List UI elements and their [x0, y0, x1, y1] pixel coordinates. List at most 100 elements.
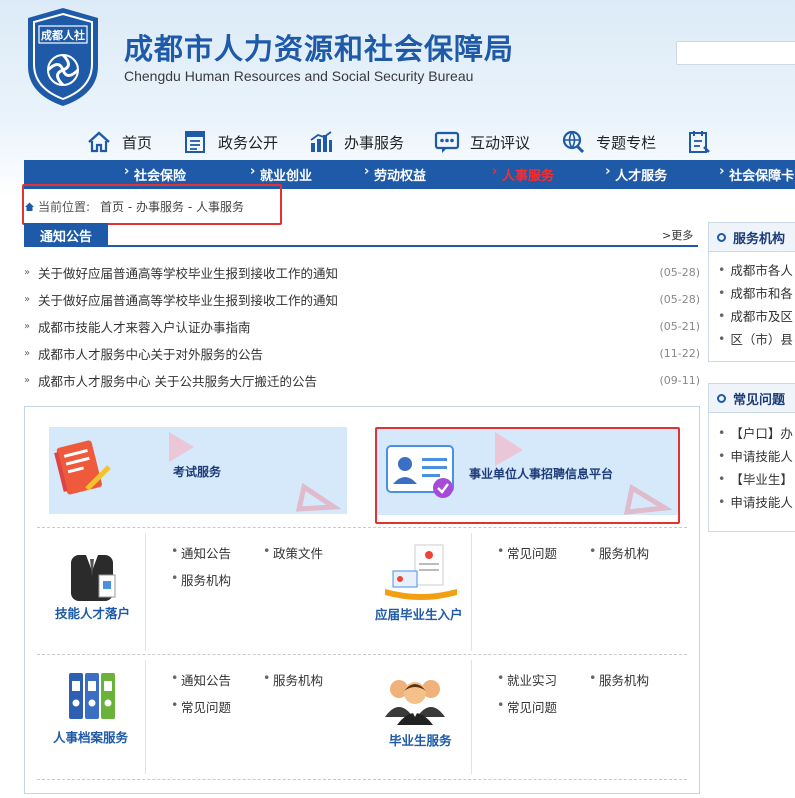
divider: [471, 533, 472, 651]
nav-more[interactable]: [686, 127, 722, 157]
chat-bubble-icon: [434, 131, 460, 153]
divider: [145, 533, 146, 651]
notice-item[interactable]: » 成都市人才服务中心关于对外服务的公告 (11-22): [24, 340, 700, 367]
breadcrumb-path[interactable]: 首页 - 办事服务 - 人事服务: [100, 198, 244, 215]
nav-interaction[interactable]: 互动评议: [434, 127, 530, 157]
site-subtitle: Chengdu Human Resources and Social Secur…: [124, 68, 474, 84]
skill-policy-link[interactable]: 政策文件: [263, 543, 323, 562]
nav-topics-label: 专题专栏: [596, 133, 657, 152]
grad-agency-link[interactable]: 服务机构: [589, 543, 649, 562]
nav-services-label: 办事服务: [344, 133, 405, 152]
double-arrow-icon: »: [24, 375, 31, 386]
exam-service-label: 考试服务: [173, 465, 222, 479]
nav-home-label: 首页: [122, 133, 153, 152]
bar-chart-icon: [310, 131, 333, 152]
double-arrow-icon: »: [24, 267, 31, 278]
double-arrow-icon: »: [24, 348, 31, 359]
skill-talent-label[interactable]: 技能人才落户: [55, 603, 130, 622]
divider: [37, 779, 687, 780]
grad-service-agency-link[interactable]: 服务机构: [589, 670, 649, 689]
subnav-labor-rights[interactable]: 劳动权益: [364, 164, 426, 184]
calendar-icon: [689, 131, 710, 153]
grad-hukou-label[interactable]: 应届毕业生入户: [375, 604, 463, 623]
sidebar-agency-item[interactable]: 成都市和各: [709, 281, 795, 304]
notice-item-title[interactable]: 成都市人才服务中心 关于公共服务大厅搬迁的公告: [38, 371, 317, 390]
notice-item[interactable]: » 成都市人才服务中心 关于公共服务大厅搬迁的公告 (09-11): [24, 367, 700, 394]
recruit-highlight-box: [375, 427, 680, 524]
sidebar-faq-item[interactable]: 【户口】办: [709, 421, 795, 444]
services-panel: 考试服务 事业单位人事招聘信息平台 技能人才落户 通知公告 政: [24, 406, 700, 794]
subnav-social-insurance[interactable]: 社会保险: [124, 164, 186, 184]
notice-item[interactable]: » 关于做好应届普通高等学校毕业生报到接收工作的通知 (05-28): [24, 259, 700, 286]
main-nav: 首页 政务公开 办事服务 互动评议 专题专栏: [86, 127, 752, 157]
nav-topics[interactable]: 专题专栏: [560, 127, 656, 157]
sidebar-agency-item[interactable]: 区（市）县: [709, 327, 795, 350]
notice-title: 通知公告: [24, 223, 108, 247]
grad-service-label[interactable]: 毕业生服务: [389, 730, 452, 749]
notice-item-date: (11-22): [659, 347, 700, 360]
notice-more-link[interactable]: >更多: [662, 227, 693, 243]
breadcrumb: 当前位置: 首页 - 办事服务 - 人事服务: [24, 198, 244, 215]
subnav-ss-card[interactable]: 社会保障卡: [719, 164, 794, 184]
notice-item-date: (05-28): [659, 293, 700, 306]
home-icon: [88, 131, 110, 153]
sidebar-agencies-panel: 服务机构 成都市各人 成都市和各 成都市及区 区（市）县: [708, 222, 795, 362]
globe-search-icon: [562, 130, 585, 154]
sidebar-faq-title: 常见问题: [733, 392, 786, 408]
sidebar-faq-item[interactable]: 申请技能人: [709, 444, 795, 467]
divider: [145, 660, 146, 774]
nav-services[interactable]: 办事服务: [308, 127, 404, 157]
notice-item[interactable]: » 关于做好应届普通高等学校毕业生报到接收工作的通知 (05-28): [24, 286, 700, 313]
archive-binders-icon[interactable]: [67, 669, 123, 723]
subnav-personnel-service[interactable]: 人事服务: [492, 164, 554, 184]
svg-text:成都人社: 成都人社: [41, 28, 85, 42]
divider: [37, 654, 687, 655]
notice-item-title[interactable]: 成都市技能人才来蓉入户认证办事指南: [38, 317, 251, 336]
archive-agency-link[interactable]: 服务机构: [263, 670, 323, 689]
grad-internship-link[interactable]: 就业实习: [497, 670, 557, 689]
circle-bullet-icon: [717, 232, 726, 242]
double-arrow-icon: »: [24, 294, 31, 305]
hukou-certificate-icon[interactable]: [381, 539, 461, 601]
archive-faq-link[interactable]: 常见问题: [171, 697, 231, 716]
search-input[interactable]: [676, 41, 795, 65]
sidebar-agency-item[interactable]: 成都市及区: [709, 304, 795, 327]
notice-item-date: (09-11): [659, 374, 700, 387]
archive-service-label[interactable]: 人事档案服务: [53, 727, 128, 746]
notice-item-date: (05-28): [659, 266, 700, 279]
skill-notice-link[interactable]: 通知公告: [171, 543, 231, 562]
notice-item-title[interactable]: 成都市人才服务中心关于对外服务的公告: [38, 344, 263, 363]
gov-doc-icon: [185, 131, 206, 153]
sidebar-agencies-title: 服务机构: [733, 231, 786, 247]
nav-home[interactable]: 首页: [86, 127, 152, 157]
notice-item-date: (05-21): [659, 320, 700, 333]
subnav-employment[interactable]: 就业创业: [250, 164, 312, 184]
notice-item[interactable]: » 成都市技能人才来蓉入户认证办事指南 (05-21): [24, 313, 700, 340]
site-title: 成都市人力资源和社会保障局: [124, 32, 515, 66]
notice-item-title[interactable]: 关于做好应届普通高等学校毕业生报到接收工作的通知: [38, 290, 338, 309]
sidebar-faq-panel: 常见问题 【户口】办 申请技能人 【毕业生】 申请技能人: [708, 383, 795, 532]
subnav-talent-service[interactable]: 人才服务: [605, 164, 667, 184]
notice-list: » 关于做好应届普通高等学校毕业生报到接收工作的通知 (05-28) » 关于做好应届…: [24, 259, 700, 394]
circle-bullet-icon: [717, 393, 726, 403]
nav-interaction-label: 互动评议: [470, 133, 531, 152]
graduate-group-icon[interactable]: [381, 669, 449, 727]
grad-service-faq-link[interactable]: 常见问题: [497, 697, 557, 716]
skill-agency-link[interactable]: 服务机构: [171, 570, 231, 589]
nav-gov-affairs-label: 政务公开: [218, 133, 279, 152]
sidebar-agency-item[interactable]: 成都市各人: [709, 258, 795, 281]
breadcrumb-label: 当前位置:: [38, 200, 91, 214]
grad-faq-link[interactable]: 常见问题: [497, 543, 557, 562]
double-arrow-icon: »: [24, 321, 31, 332]
notice-header-line: [24, 223, 698, 247]
sidebar-faq-item[interactable]: 【毕业生】: [709, 467, 795, 490]
divider: [37, 527, 687, 528]
bureau-logo-emblem[interactable]: 成都人社: [22, 6, 104, 108]
suit-person-icon[interactable]: [63, 541, 121, 603]
exam-service-banner[interactable]: 考试服务: [49, 427, 347, 514]
archive-notice-link[interactable]: 通知公告: [171, 670, 231, 689]
nav-gov-affairs[interactable]: 政务公开: [182, 127, 278, 157]
notice-item-title[interactable]: 关于做好应届普通高等学校毕业生报到接收工作的通知: [38, 263, 338, 282]
sidebar-faq-item[interactable]: 申请技能人: [709, 490, 795, 513]
divider: [471, 660, 472, 774]
